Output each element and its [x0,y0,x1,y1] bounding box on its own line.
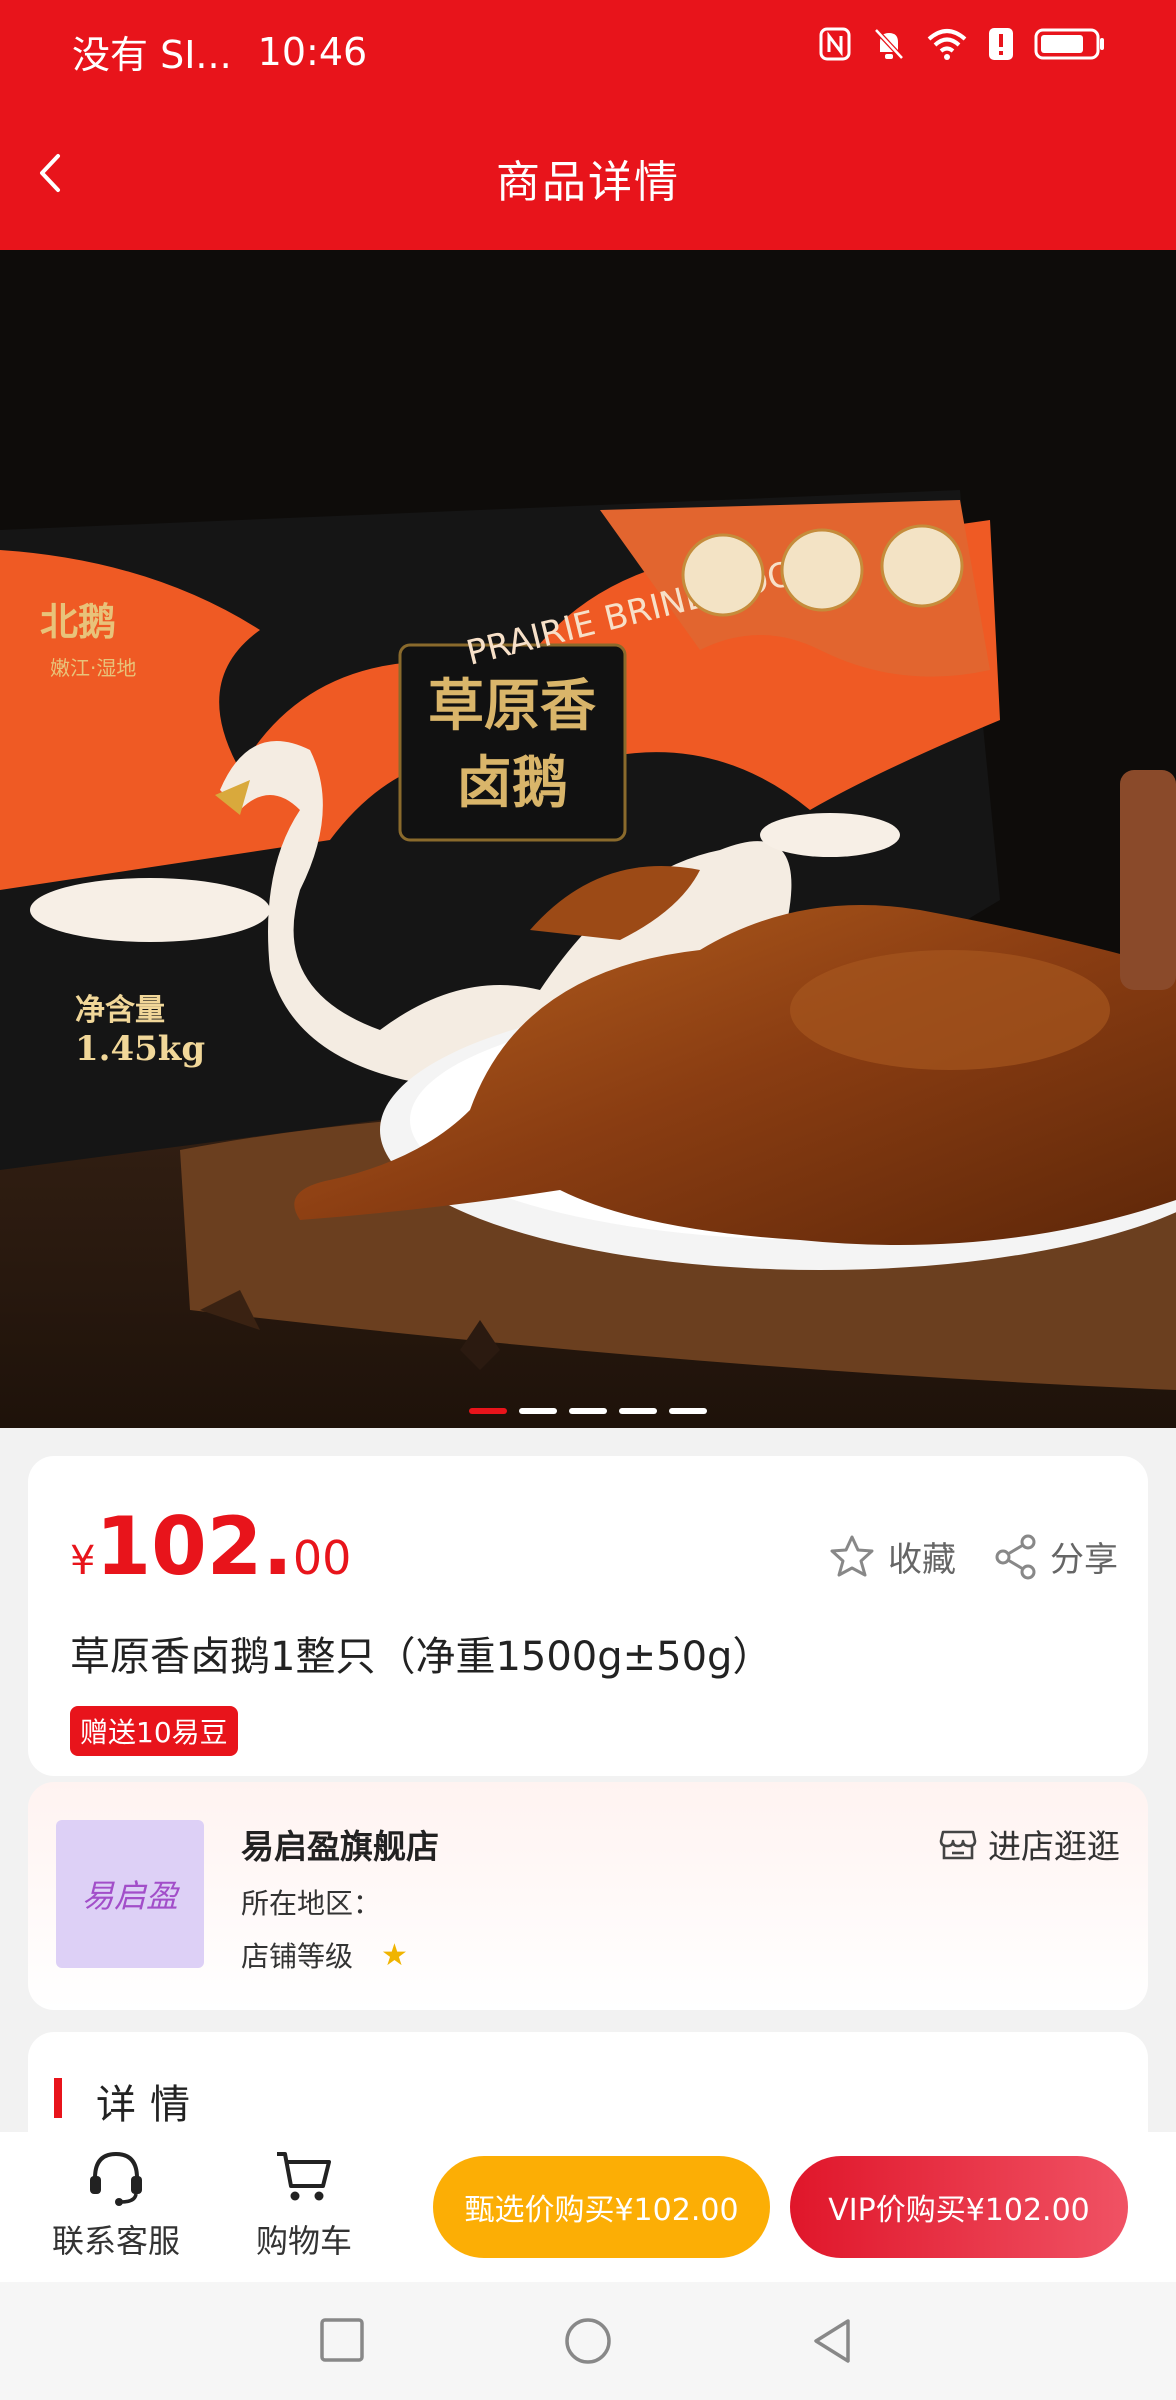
package-weight: 1.45kg [75,1029,205,1069]
carousel-dot[interactable] [569,1408,607,1414]
share-icon [995,1534,1036,1579]
back-nav-button[interactable] [808,2316,856,2370]
gift-badge: 赠送10易豆 [70,1706,238,1756]
enter-store-label: 进店逛逛 [988,1827,1120,1866]
carousel-dot[interactable] [519,1408,557,1414]
carousel-indicator [0,1408,1176,1414]
price-display: ¥102.00 [70,1500,351,1593]
store-region: 所在地区： [241,1887,382,1920]
package-subtitle: 嫩江·湿地 [50,656,136,680]
carousel-dot[interactable] [619,1408,657,1414]
store-name: 易启盈旗舰店 [241,1827,439,1866]
currency-symbol: ¥ [70,1538,96,1584]
status-bar: 没有 SI... 10:46 [0,0,1176,100]
favorite-label: 收藏 [888,1540,956,1580]
package-brand: 北鹅 [40,599,116,644]
carousel-dot[interactable] [469,1408,507,1414]
bottom-action-bar: 联系客服 购物车 甄选价购买¥102.00 VIP价购买¥102.00 [0,2132,1176,2282]
section-marker [54,2078,62,2118]
share-label: 分享 [1050,1540,1118,1580]
star-icon: ★ [381,1937,408,1973]
carousel-dot[interactable] [669,1408,707,1414]
cart-label: 购物车 [256,2222,353,2260]
favorite-button[interactable]: 收藏 [828,1532,956,1581]
price-decimal: 00 [292,1531,352,1585]
product-image-carousel[interactable]: 草原香 卤鹅 PRAIRIE BRINE GOOSE 北鹅 嫩江·湿地 净含量 … [0,250,1176,1428]
select-price-buy-button[interactable]: 甄选价购买¥102.00 [433,2156,770,2258]
customer-service-label: 联系客服 [52,2222,181,2260]
recents-button[interactable] [318,2316,366,2368]
package-weight-label: 净含量 [75,993,165,1028]
circle-icon [565,2318,611,2364]
package-name-line2: 卤鹅 [456,750,568,816]
customer-service-button[interactable]: 联系客服 [52,2144,180,2262]
carrier-text: 没有 SI... [72,33,232,77]
app-header: 没有 SI... 10:46 商品详情 [0,0,1176,250]
system-navigation-bar [0,2282,1176,2400]
battery-icon [1034,26,1106,62]
cart-button[interactable]: 购物车 [256,2144,352,2262]
share-button[interactable]: 分享 [994,1532,1118,1581]
cart-icon [277,2152,331,2201]
enter-store-button[interactable]: 进店逛逛 [938,1820,1120,1868]
package-name-line1: 草原香 [428,673,596,739]
price-integer: 102. [95,1500,293,1593]
store-icon [939,1830,977,1860]
product-photo: 草原香 卤鹅 PRAIRIE BRINE GOOSE 北鹅 嫩江·湿地 净含量 … [0,250,1176,1428]
detail-title: 详情 [96,2082,204,2128]
store-level: 店铺等级 ★ [241,1935,408,1975]
star-outline-icon [830,1535,874,1576]
square-icon [320,2318,364,2362]
home-button[interactable] [563,2316,613,2370]
wifi-icon [926,27,968,61]
store-card[interactable]: 易启盈 易启盈旗舰店 所在地区： 店铺等级 ★ 进店逛逛 [28,1782,1148,2010]
price-card: ¥102.00 收藏 分享 草原香卤鹅1整只（净重1500g±50g） 赠送10… [28,1456,1148,1776]
triangle-back-icon [814,2319,850,2363]
alert-icon [988,27,1014,61]
store-level-label: 店铺等级 [241,1940,354,1973]
headset-icon [90,2151,142,2206]
clock-text: 10:46 [257,29,368,74]
nav-bar: 商品详情 [0,120,1176,230]
product-name: 草原香卤鹅1整只（净重1500g±50g） [70,1634,773,1680]
mute-icon [872,26,906,62]
page-title: 商品详情 [496,157,680,208]
nfc-icon [818,26,852,62]
vip-price-buy-button[interactable]: VIP价购买¥102.00 [790,2156,1128,2258]
store-logo[interactable]: 易启盈 [56,1820,204,1968]
